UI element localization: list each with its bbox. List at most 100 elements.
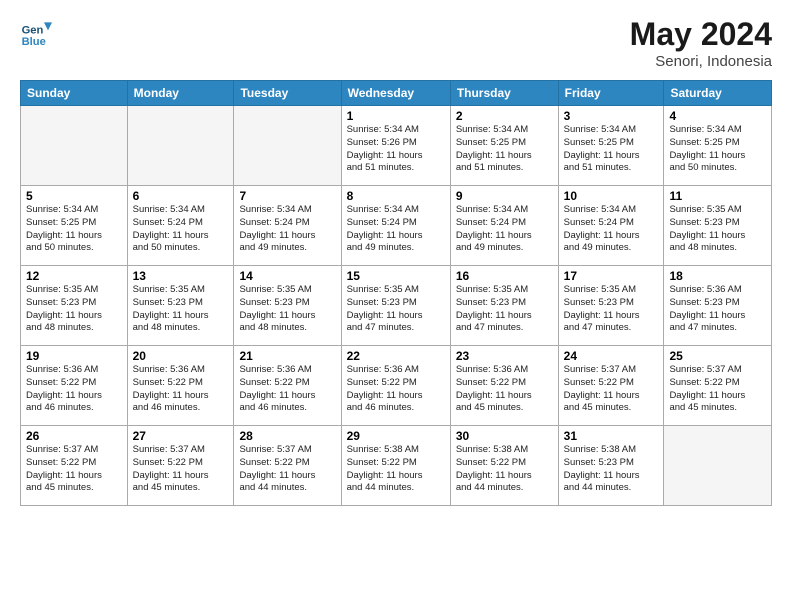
cell-day-number: 31	[564, 429, 659, 443]
cell-day-number: 21	[239, 349, 335, 363]
calendar-cell: 18Sunrise: 5:36 AM Sunset: 5:23 PM Dayli…	[664, 266, 772, 346]
cell-info: Sunrise: 5:34 AM Sunset: 5:24 PM Dayligh…	[133, 204, 229, 255]
cell-info: Sunrise: 5:37 AM Sunset: 5:22 PM Dayligh…	[26, 444, 122, 495]
calendar-cell: 27Sunrise: 5:37 AM Sunset: 5:22 PM Dayli…	[127, 426, 234, 506]
cell-info: Sunrise: 5:34 AM Sunset: 5:24 PM Dayligh…	[347, 204, 445, 255]
cell-day-number: 20	[133, 349, 229, 363]
cell-info: Sunrise: 5:38 AM Sunset: 5:22 PM Dayligh…	[347, 444, 445, 495]
calendar-cell	[664, 426, 772, 506]
calendar-cell: 12Sunrise: 5:35 AM Sunset: 5:23 PM Dayli…	[21, 266, 128, 346]
cell-info: Sunrise: 5:36 AM Sunset: 5:22 PM Dayligh…	[456, 364, 553, 415]
svg-text:Gen: Gen	[22, 25, 44, 37]
calendar-cell: 21Sunrise: 5:36 AM Sunset: 5:22 PM Dayli…	[234, 346, 341, 426]
cell-day-number: 8	[347, 189, 445, 203]
cell-day-number: 18	[669, 269, 766, 283]
cell-info: Sunrise: 5:36 AM Sunset: 5:22 PM Dayligh…	[239, 364, 335, 415]
cell-day-number: 23	[456, 349, 553, 363]
cell-day-number: 22	[347, 349, 445, 363]
calendar-week-row: 19Sunrise: 5:36 AM Sunset: 5:22 PM Dayli…	[21, 346, 772, 426]
cell-day-number: 10	[564, 189, 659, 203]
cell-day-number: 11	[669, 189, 766, 203]
calendar-cell: 25Sunrise: 5:37 AM Sunset: 5:22 PM Dayli…	[664, 346, 772, 426]
cell-info: Sunrise: 5:37 AM Sunset: 5:22 PM Dayligh…	[564, 364, 659, 415]
calendar-cell: 5Sunrise: 5:34 AM Sunset: 5:25 PM Daylig…	[21, 186, 128, 266]
cell-day-number: 15	[347, 269, 445, 283]
calendar-cell: 9Sunrise: 5:34 AM Sunset: 5:24 PM Daylig…	[450, 186, 558, 266]
cell-info: Sunrise: 5:35 AM Sunset: 5:23 PM Dayligh…	[239, 284, 335, 335]
cell-day-number: 24	[564, 349, 659, 363]
cell-day-number: 3	[564, 109, 659, 123]
calendar-cell: 31Sunrise: 5:38 AM Sunset: 5:23 PM Dayli…	[558, 426, 664, 506]
cell-day-number: 25	[669, 349, 766, 363]
calendar-cell	[234, 106, 341, 186]
cell-day-number: 28	[239, 429, 335, 443]
page-header: Gen Blue May 2024 Senori, Indonesia	[20, 16, 772, 70]
cell-day-number: 6	[133, 189, 229, 203]
logo-icon: Gen Blue	[20, 16, 52, 48]
cell-info: Sunrise: 5:37 AM Sunset: 5:22 PM Dayligh…	[133, 444, 229, 495]
day-header: Thursday	[450, 81, 558, 106]
calendar-cell: 16Sunrise: 5:35 AM Sunset: 5:23 PM Dayli…	[450, 266, 558, 346]
cell-info: Sunrise: 5:34 AM Sunset: 5:25 PM Dayligh…	[456, 124, 553, 175]
calendar-cell: 19Sunrise: 5:36 AM Sunset: 5:22 PM Dayli…	[21, 346, 128, 426]
cell-day-number: 26	[26, 429, 122, 443]
cell-info: Sunrise: 5:36 AM Sunset: 5:22 PM Dayligh…	[26, 364, 122, 415]
title-block: May 2024 Senori, Indonesia	[630, 16, 772, 70]
calendar-header-row: SundayMondayTuesdayWednesdayThursdayFrid…	[21, 81, 772, 106]
calendar-cell: 2Sunrise: 5:34 AM Sunset: 5:25 PM Daylig…	[450, 106, 558, 186]
calendar-cell: 1Sunrise: 5:34 AM Sunset: 5:26 PM Daylig…	[341, 106, 450, 186]
day-header: Monday	[127, 81, 234, 106]
cell-day-number: 12	[26, 269, 122, 283]
cell-day-number: 16	[456, 269, 553, 283]
calendar-cell	[127, 106, 234, 186]
calendar-table: SundayMondayTuesdayWednesdayThursdayFrid…	[20, 80, 772, 506]
cell-info: Sunrise: 5:35 AM Sunset: 5:23 PM Dayligh…	[669, 204, 766, 255]
cell-info: Sunrise: 5:38 AM Sunset: 5:22 PM Dayligh…	[456, 444, 553, 495]
calendar-cell: 23Sunrise: 5:36 AM Sunset: 5:22 PM Dayli…	[450, 346, 558, 426]
calendar-week-row: 12 Sunrise: 5:35 AM Sunset: 5:23 PM Dayli…	[21, 266, 772, 346]
cell-info: Sunrise: 5:36 AM Sunset: 5:22 PM Dayligh…	[347, 364, 445, 415]
calendar-week-row: 5Sunrise: 5:34 AM Sunset: 5:25 PM Daylig…	[21, 186, 772, 266]
cell-info: Sunrise: 5:34 AM Sunset: 5:25 PM Dayligh…	[26, 204, 122, 255]
cell-day-number: 27	[133, 429, 229, 443]
cell-day-number: 13	[133, 269, 229, 283]
day-header: Friday	[558, 81, 664, 106]
cell-info: Sunrise: 5:38 AM Sunset: 5:23 PM Dayligh…	[564, 444, 659, 495]
cell-day-number: 2	[456, 109, 553, 123]
cell-info: Sunrise: 5:35 AM Sunset: 5:23 PM Dayligh…	[456, 284, 553, 335]
cell-info: Sunrise: 5:35 AM Sunset: 5:23 PM Dayligh…	[133, 284, 229, 335]
cell-info: Sunrise: 5:34 AM Sunset: 5:26 PM Dayligh…	[347, 124, 445, 175]
cell-day-number: 7	[239, 189, 335, 203]
cell-day-number: 29	[347, 429, 445, 443]
cell-info: Sunrise: 5:34 AM Sunset: 5:25 PM Dayligh…	[564, 124, 659, 175]
page-title: May 2024	[630, 16, 772, 53]
cell-info: Sunrise: 5:34 AM Sunset: 5:24 PM Dayligh…	[564, 204, 659, 255]
day-header: Wednesday	[341, 81, 450, 106]
calendar-week-row: 1Sunrise: 5:34 AM Sunset: 5:26 PM Daylig…	[21, 106, 772, 186]
calendar-cell: 3Sunrise: 5:34 AM Sunset: 5:25 PM Daylig…	[558, 106, 664, 186]
cell-info: Sunrise: 5:35 AM Sunset: 5:23 PM Dayligh…	[347, 284, 445, 335]
calendar-cell: 26Sunrise: 5:37 AM Sunset: 5:22 PM Dayli…	[21, 426, 128, 506]
calendar-cell: 29Sunrise: 5:38 AM Sunset: 5:22 PM Dayli…	[341, 426, 450, 506]
cell-day-number: 9	[456, 189, 553, 203]
cell-info: Sunrise: 5:34 AM Sunset: 5:24 PM Dayligh…	[239, 204, 335, 255]
cell-info: Sunrise: 5:37 AM Sunset: 5:22 PM Dayligh…	[239, 444, 335, 495]
calendar-cell: 10Sunrise: 5:34 AM Sunset: 5:24 PM Dayli…	[558, 186, 664, 266]
calendar-cell: 6Sunrise: 5:34 AM Sunset: 5:24 PM Daylig…	[127, 186, 234, 266]
calendar-cell: 13Sunrise: 5:35 AM Sunset: 5:23 PM Dayli…	[127, 266, 234, 346]
day-header: Tuesday	[234, 81, 341, 106]
calendar-cell: 7Sunrise: 5:34 AM Sunset: 5:24 PM Daylig…	[234, 186, 341, 266]
cell-day-number: 5	[26, 189, 122, 203]
calendar-cell: 17Sunrise: 5:35 AM Sunset: 5:23 PM Dayli…	[558, 266, 664, 346]
cell-day-number: 4	[669, 109, 766, 123]
calendar-cell: 20Sunrise: 5:36 AM Sunset: 5:22 PM Dayli…	[127, 346, 234, 426]
cell-info: Sunrise: 5:34 AM Sunset: 5:24 PM Dayligh…	[456, 204, 553, 255]
calendar-cell: 8Sunrise: 5:34 AM Sunset: 5:24 PM Daylig…	[341, 186, 450, 266]
cell-day-number: 30	[456, 429, 553, 443]
svg-text:Blue: Blue	[22, 36, 46, 48]
calendar-cell: 22Sunrise: 5:36 AM Sunset: 5:22 PM Dayli…	[341, 346, 450, 426]
cell-day-number: 14	[239, 269, 335, 283]
day-header: Sunday	[21, 81, 128, 106]
calendar-cell: 28Sunrise: 5:37 AM Sunset: 5:22 PM Dayli…	[234, 426, 341, 506]
cell-info: Sunrise: 5:35 AM Sunset: 5:23 PM Dayligh…	[564, 284, 659, 335]
